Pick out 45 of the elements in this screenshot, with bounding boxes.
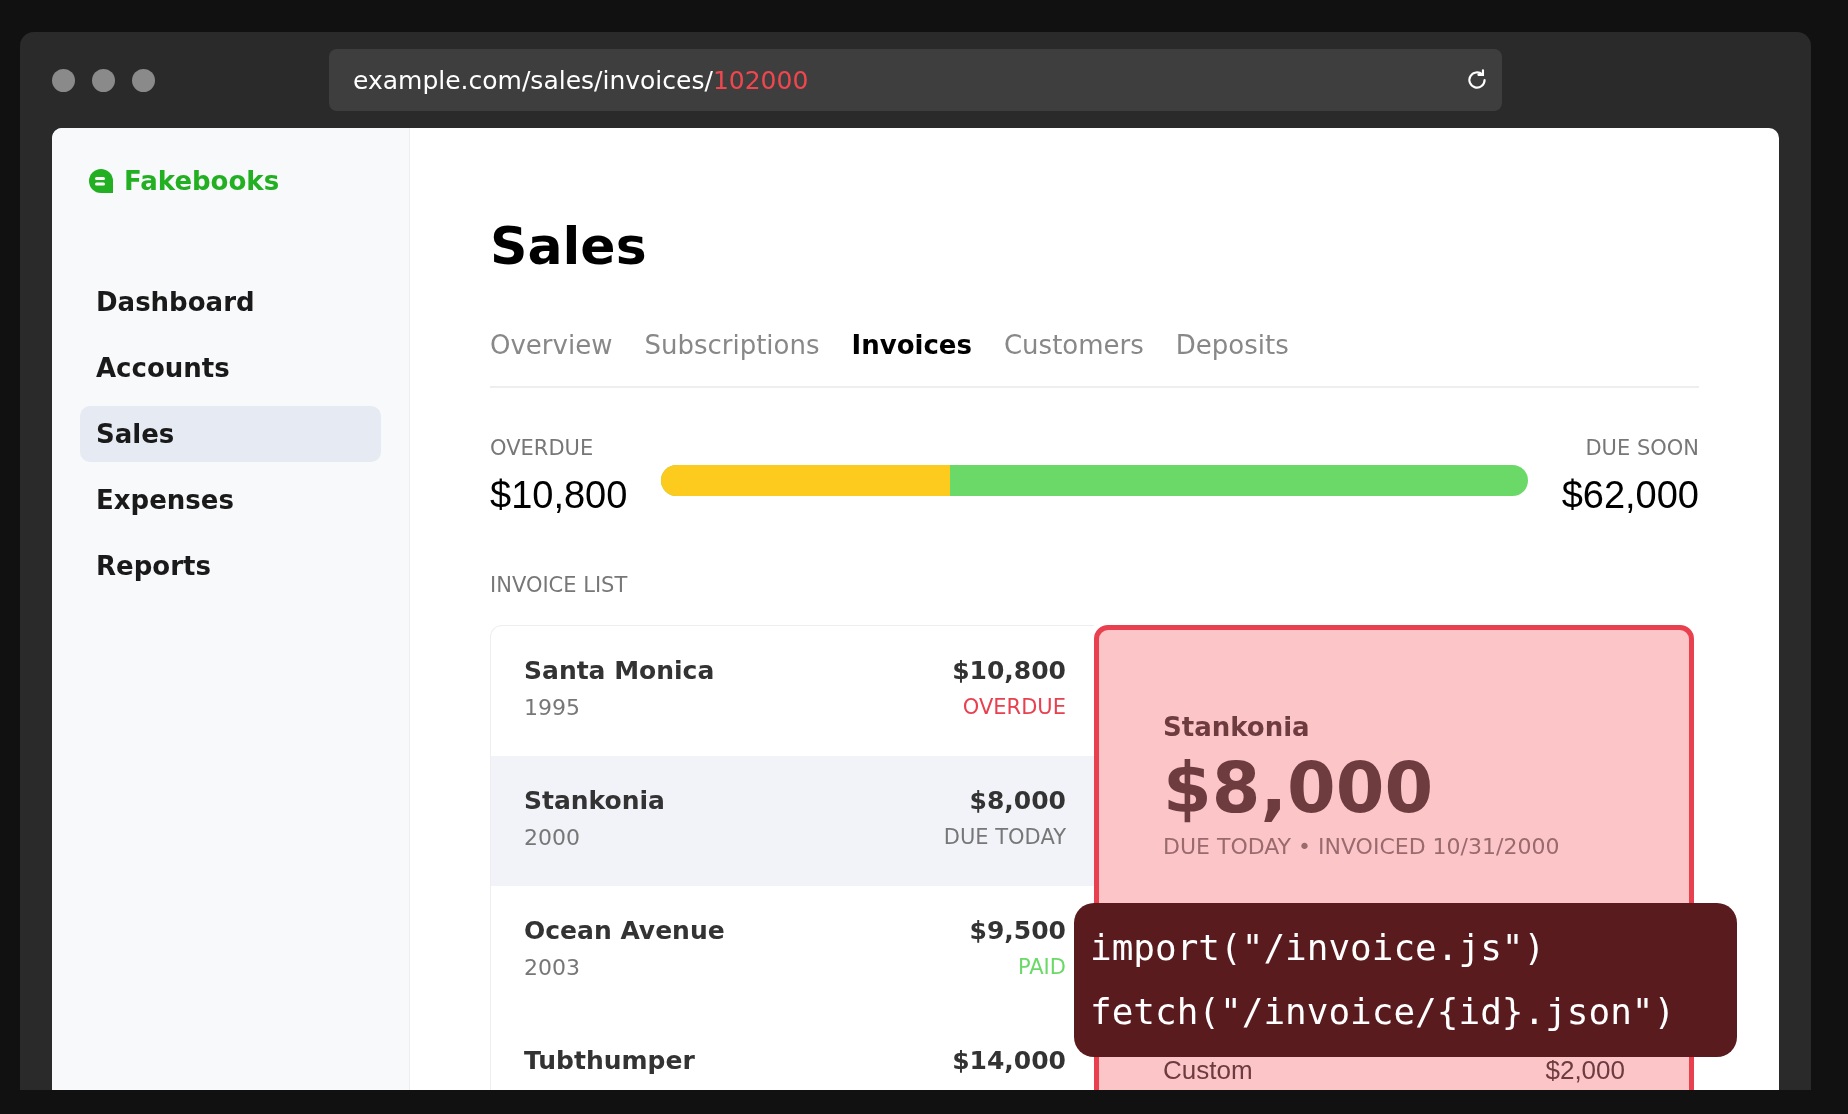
code-line: import("/invoice.js")	[1090, 926, 1547, 970]
invoice-row[interactable]: Santa Monica 1995 $10,800 OVERDUE	[491, 626, 1094, 756]
invoice-year: 2000	[524, 825, 581, 850]
overdue-label: OVERDUE	[490, 436, 595, 460]
nav-item[interactable]: Expenses	[80, 472, 381, 528]
invoice-row[interactable]: Stankonia 2000 $8,000 DUE TODAY	[491, 756, 1094, 886]
invoice-amount: $14,000	[952, 1046, 1066, 1075]
tab[interactable]: Customers	[1003, 330, 1144, 360]
invoice-year: 2003	[524, 955, 581, 980]
invoice-year: 1995	[524, 695, 581, 720]
nav-item[interactable]: Reports	[80, 538, 381, 594]
customer-name: Tubthumper	[524, 1046, 695, 1075]
window-control[interactable]	[132, 68, 155, 92]
detail-subtitle: DUE TODAY • INVOICED 10/31/2000	[1163, 834, 1561, 859]
invoice-status: OVERDUE	[962, 695, 1066, 719]
tab[interactable]: Overview	[490, 330, 613, 360]
customer-name: Stankonia	[524, 786, 665, 815]
window-control[interactable]	[92, 68, 115, 92]
address-bar[interactable]: example.com/sales/invoices/102000	[329, 49, 1502, 111]
logo-icon	[88, 168, 114, 194]
customer-name: Santa Monica	[524, 656, 715, 685]
nav-item[interactable]: Dashboard	[80, 274, 381, 330]
app-name: Fakebooks	[124, 166, 280, 196]
nav-item[interactable]: Accounts	[80, 340, 381, 396]
line-item-amount: $2,000	[1545, 1057, 1625, 1083]
detail-amount: $8,000	[1163, 746, 1435, 830]
due-soon-amount: $62,000	[1561, 474, 1699, 517]
due-soon-label: DUE SOON	[1585, 436, 1699, 460]
line-item-label: Custom	[1163, 1057, 1253, 1083]
code-line: fetch("/invoice/{id}.json")	[1090, 990, 1677, 1034]
overdue-amount: $10,800	[490, 474, 628, 517]
tab[interactable]: Deposits	[1175, 330, 1289, 360]
page-title: Sales	[490, 215, 648, 278]
invoice-status: DUE TODAY	[943, 825, 1066, 849]
window-control[interactable]	[52, 68, 75, 92]
customer-name: Ocean Avenue	[524, 916, 725, 945]
nav-item[interactable]: Sales	[80, 406, 381, 462]
section-heading: INVOICE LIST	[490, 573, 629, 597]
detail-customer: Stankonia	[1163, 712, 1311, 742]
tab[interactable]: Invoices	[851, 330, 972, 360]
invoice-amount: $8,000	[969, 786, 1066, 815]
invoice-amount: $10,800	[952, 656, 1066, 685]
invoice-amount: $9,500	[969, 916, 1066, 945]
tab[interactable]: Subscriptions	[644, 330, 820, 360]
invoice-status: PAID	[1017, 955, 1066, 979]
